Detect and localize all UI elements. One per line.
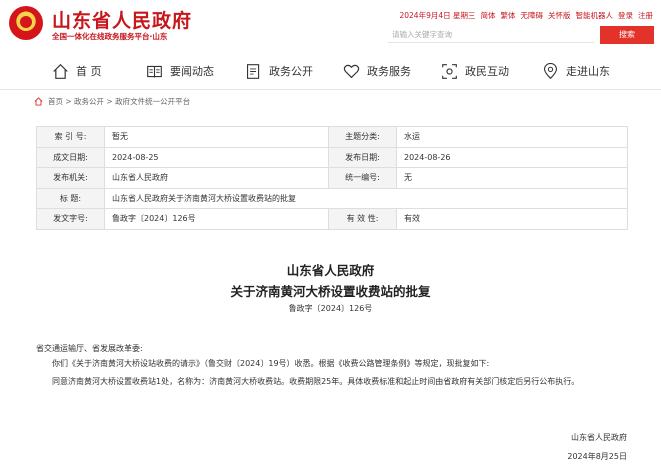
published-date-label: 发布日期: <box>328 146 397 168</box>
document-issuer-heading: 山东省人民政府 <box>286 263 375 278</box>
document-icon <box>246 63 260 79</box>
nav-item-interaction[interactable]: 政民互动 <box>441 60 509 82</box>
table-row: 标 题: 山东省人民政府关于济南黄河大桥设置收费站的批复 <box>36 187 628 209</box>
table-row: 成文日期: 2024-08-25 发布日期: 2024-08-26 <box>36 146 628 168</box>
table-row: 索 引 号: 暂无 主题分类: 水运 <box>36 126 628 148</box>
link-login[interactable]: 登录 <box>618 10 633 21</box>
interaction-icon <box>442 63 457 79</box>
serial-value: 无 <box>396 167 628 189</box>
link-traditional[interactable]: 繁体 <box>501 10 516 21</box>
nav-item-gov-info[interactable]: 政务公开 <box>245 60 313 82</box>
category-value: 水运 <box>396 126 628 148</box>
signature-date: 2024年8月25日 <box>567 452 627 461</box>
validity-value: 有效 <box>396 208 628 230</box>
link-robot[interactable]: 智能机器人 <box>576 10 614 21</box>
category-label: 主题分类: <box>328 126 397 148</box>
document-title: 关于济南黄河大桥设置收费站的批复 <box>230 284 431 299</box>
location-icon <box>543 62 558 79</box>
site-header: 山东省人民政府 全国一体化在线政务服务平台·山东 2024年9月4日 星期三 简… <box>0 0 661 48</box>
document-paragraph: 你们《关于济南黄河大桥设站收费的请示》（鲁交财〔2024〕19号）收悉。根据《收… <box>52 359 490 368</box>
link-accessibility[interactable]: 无障碍 <box>521 10 544 21</box>
breadcrumb: 首页 > 政务公开 > 政府文件统一公开平台 <box>34 96 190 107</box>
doc-number-value: 鲁政字〔2024〕126号 <box>104 208 329 230</box>
link-elderly-mode[interactable]: 关怀版 <box>548 10 571 21</box>
nav-item-news[interactable]: 要闻动态 <box>146 60 214 82</box>
home-icon[interactable] <box>34 97 43 106</box>
table-row: 发文字号: 鲁政字〔2024〕126号 有 效 性: 有效 <box>36 208 628 230</box>
created-date-value: 2024-08-25 <box>104 146 329 168</box>
document-paragraph: 同意济南黄河大桥设置收费站1处，名称为：济南黄河大桥收费站。收费期限25年。具体… <box>52 377 580 386</box>
site-subtitle: 全国一体化在线政务服务平台·山东 <box>52 32 168 41</box>
search-input[interactable] <box>388 26 594 43</box>
serial-label: 统一编号: <box>328 167 397 189</box>
link-simplified[interactable]: 简体 <box>481 10 496 21</box>
nav-label-gov-info: 政务公开 <box>269 65 313 78</box>
document-recipient: 省交通运输厅、省发展改革委: <box>36 344 143 353</box>
breadcrumb-path[interactable]: 首页 > 政务公开 > 政府文件统一公开平台 <box>48 96 190 107</box>
nav-item-gov-services[interactable]: 政务服务 <box>343 60 411 82</box>
site-title[interactable]: 山东省人民政府 <box>52 6 192 33</box>
main-nav: 首 页 要闻动态 政务公开 政务服务 政民互动 走进山东 <box>0 50 661 90</box>
index-label: 索 引 号: <box>36 126 105 148</box>
heart-icon <box>343 64 360 78</box>
search-button[interactable]: 搜索 <box>600 26 654 44</box>
nav-item-home[interactable]: 首 页 <box>52 60 102 82</box>
news-icon <box>147 65 162 77</box>
signature-organization: 山东省人民政府 <box>571 433 627 442</box>
nav-label-home: 首 页 <box>76 65 102 78</box>
nav-item-explore-shandong[interactable]: 走进山东 <box>542 60 610 82</box>
issuer-value: 山东省人民政府 <box>104 167 329 189</box>
nav-label-gov-services: 政务服务 <box>367 65 411 78</box>
published-date-value: 2024-08-26 <box>396 146 628 168</box>
nav-label-news: 要闻动态 <box>170 65 214 78</box>
document-number: 鲁政字〔2024〕126号 <box>288 304 373 313</box>
doc-number-label: 发文字号: <box>36 208 105 230</box>
index-value: 暂无 <box>104 126 329 148</box>
nav-label-interaction: 政民互动 <box>465 65 509 78</box>
link-register[interactable]: 注册 <box>638 10 653 21</box>
title-value: 山东省人民政府关于济南黄河大桥设置收费站的批复 <box>104 187 628 209</box>
created-date-label: 成文日期: <box>36 146 105 168</box>
home-icon <box>53 63 68 79</box>
national-emblem-logo[interactable] <box>9 6 43 40</box>
nav-label-explore-shandong: 走进山东 <box>566 65 610 78</box>
validity-label: 有 效 性: <box>328 208 397 230</box>
top-utility-links: 2024年9月4日 星期三 简体 繁体 无障碍 关怀版 智能机器人 登录 注册 <box>399 10 653 21</box>
document-info-table: 索 引 号: 暂无 主题分类: 水运 成文日期: 2024-08-25 发布日期… <box>36 126 628 230</box>
current-date: 2024年9月4日 星期三 <box>399 11 476 20</box>
issuer-label: 发布机关: <box>36 167 105 189</box>
title-label: 标 题: <box>36 187 105 209</box>
table-row: 发布机关: 山东省人民政府 统一编号: 无 <box>36 167 628 189</box>
